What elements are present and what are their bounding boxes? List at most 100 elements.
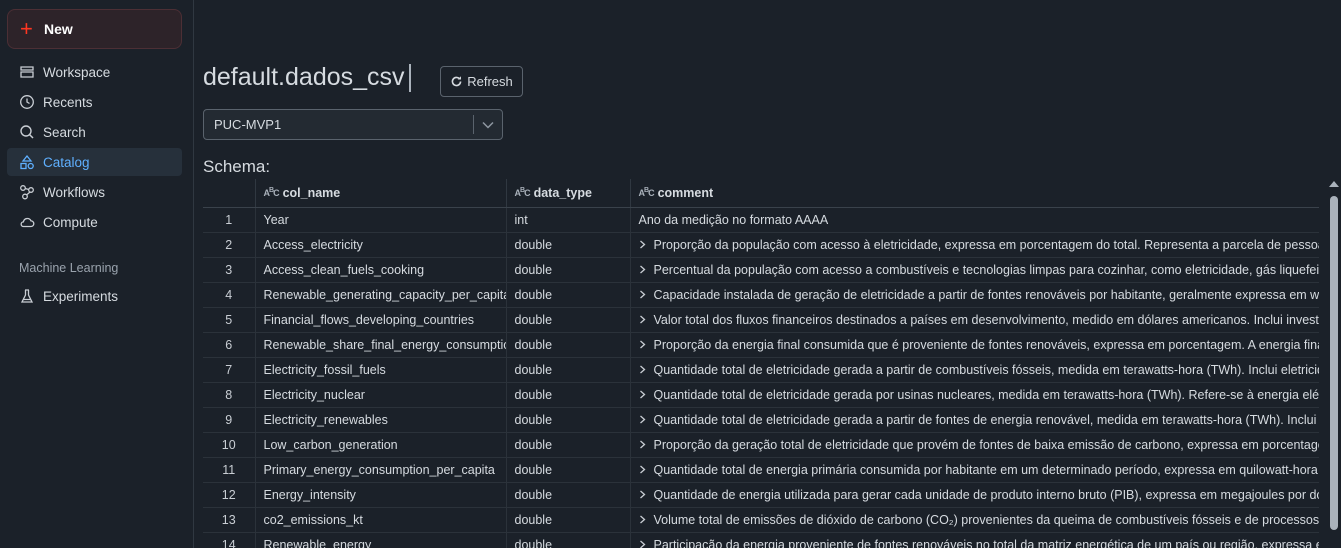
sidebar-item-compute[interactable]: Compute [7,208,182,236]
expand-chevron-icon[interactable] [639,263,646,277]
comment-text: Ano da medição no formato AAAA [638,212,829,227]
row-number: 9 [203,407,256,433]
row-number: 1 [203,207,256,233]
scroll-up-arrow-icon[interactable] [1329,181,1339,187]
expand-chevron-icon[interactable] [639,388,646,402]
cell-data-type: double [506,532,631,548]
clock-icon [19,94,35,110]
cell-comment: Quantidade total de energia primária con… [630,457,1320,483]
cell-col-name: Access_clean_fuels_cooking [255,257,507,283]
workspace-icon [19,64,35,80]
row-number: 10 [203,432,256,458]
row-number: 14 [203,532,256,548]
string-type-icon: ABC [638,186,655,198]
cell-col-name: Year [255,207,507,233]
cell-data-type: double [506,232,631,258]
cell-comment: Quantidade de energia utilizada para ger… [630,482,1320,508]
expand-chevron-icon[interactable] [639,313,646,327]
comment-text: Valor total dos fluxos financeiros desti… [653,312,1320,327]
row-number: 6 [203,332,256,358]
sidebar-item-label: Recents [43,94,93,110]
chevron-down-icon[interactable] [474,121,502,129]
expand-chevron-icon[interactable] [639,438,646,452]
expand-chevron-icon[interactable] [639,288,646,302]
expand-chevron-icon[interactable] [639,363,646,377]
table-header-row: ABC col_name ABC data_type ABC comment [203,179,1319,208]
cell-data-type: double [506,357,631,383]
expand-chevron-icon[interactable] [639,238,646,252]
cell-comment: Percentual da população com acesso a com… [630,257,1320,283]
table-row[interactable]: 4 Renewable_generating_capacity_per_capit… [203,282,1319,308]
warehouse-select-value: PUC-MVP1 [214,117,282,132]
table-row[interactable]: 8 Electricity_nuclear double Quantidade tot… [203,382,1319,408]
table-row[interactable]: 12 Energy_intensity double Quantidade de en… [203,482,1320,508]
cell-comment: Volume total de emissões de dióxido de c… [630,507,1320,533]
comment-text: Percentual da população com acesso a com… [653,262,1320,277]
table-row[interactable]: 13 co2_emissions_kt double Volume total de … [203,507,1320,533]
comment-text: Quantidade total de energia primária con… [653,462,1320,477]
sidebar-item-label: Workflows [43,184,106,200]
sidebar-item-workflows[interactable]: Workflows [7,178,182,206]
comment-text: Quantidade de energia utilizada para ger… [653,487,1320,502]
sidebar-item-workspace[interactable]: Workspace [7,58,182,86]
string-type-icon: ABC [263,186,280,198]
catalog-icon [19,154,35,170]
title-separator [409,64,411,92]
table-row[interactable]: 1 Year int Ano da medição no formato AAAA [203,207,1319,233]
row-number: 8 [203,382,256,408]
header-comment[interactable]: ABC comment [630,179,1319,208]
cell-comment: Proporção da população com acesso à elet… [630,232,1319,258]
header-data-type[interactable]: ABC data_type [506,179,631,208]
expand-chevron-icon[interactable] [639,538,646,548]
table-row[interactable]: 11 Primary_energy_consumption_per_capita d… [203,457,1320,483]
sidebar-item-label: Experiments [43,288,119,304]
cell-data-type: double [506,282,631,308]
comment-text: Proporção da energia final consumida que… [653,337,1320,352]
sidebar-item-experiments[interactable]: Experiments [7,282,182,310]
refresh-button[interactable]: Refresh [440,66,523,97]
scroll-thumb[interactable] [1330,196,1338,530]
schema-label: Schema: [203,157,271,176]
expand-chevron-icon[interactable] [639,463,646,477]
table-row[interactable]: 9 Electricity_renewables double Quantidade … [203,407,1320,433]
table-row[interactable]: 2 Access_electricity double Proporção da po… [203,232,1319,258]
cell-comment: Quantidade total de eletricidade gerada … [630,382,1319,408]
table-row[interactable]: 10 Low_carbon_generation double Proporção d… [203,432,1319,458]
row-number: 13 [203,507,256,533]
cell-col-name: Electricity_renewables [255,407,507,433]
cell-col-name: co2_emissions_kt [255,507,507,533]
table-row[interactable]: 3 Access_clean_fuels_cooking double Percent… [203,257,1320,283]
expand-chevron-icon[interactable] [639,338,646,352]
new-button[interactable]: + New [7,9,182,49]
table-row[interactable]: 6 Renewable_share_final_energy_consumptio… [203,332,1320,358]
row-number: 2 [203,232,256,258]
cell-comment: Ano da medição no formato AAAA [630,207,1319,233]
table-row[interactable]: 14 Renewable_energy double Participação da … [203,532,1319,548]
row-number: 7 [203,357,256,383]
expand-chevron-icon[interactable] [639,513,646,527]
sidebar-item-search[interactable]: Search [7,118,182,146]
search-icon [19,124,35,140]
cell-col-name: Access_electricity [255,232,507,258]
cell-data-type: double [506,482,631,508]
cell-col-name: Financial_flows_developing_countries [255,307,507,333]
table-row[interactable]: 7 Electricity_fossil_fuels double Quantidad… [203,357,1319,383]
header-col-name[interactable]: ABC col_name [255,179,507,208]
table-row[interactable]: 5 Financial_flows_developing_countries dou… [203,307,1320,333]
vertical-scrollbar[interactable] [1327,179,1341,548]
cell-data-type: double [506,307,631,333]
comment-text: Volume total de emissões de dióxido de c… [653,512,1320,527]
page-title: default.dados_csv [203,63,405,91]
expand-chevron-icon[interactable] [639,488,646,502]
row-number: 11 [203,457,256,483]
sidebar-item-label: Workspace [43,64,111,80]
sidebar-item-catalog[interactable]: Catalog [7,148,182,176]
comment-text: Quantidade total de eletricidade gerada … [653,412,1320,427]
cell-data-type: double [506,382,631,408]
cell-comment: Quantidade total de eletricidade gerada … [630,357,1319,383]
sidebar-item-recents[interactable]: Recents [7,88,182,116]
refresh-button-label: Refresh [467,74,513,89]
cell-comment: Participação da energia proveniente de f… [630,532,1319,548]
expand-chevron-icon[interactable] [639,413,646,427]
warehouse-select[interactable]: PUC-MVP1 [203,109,503,140]
